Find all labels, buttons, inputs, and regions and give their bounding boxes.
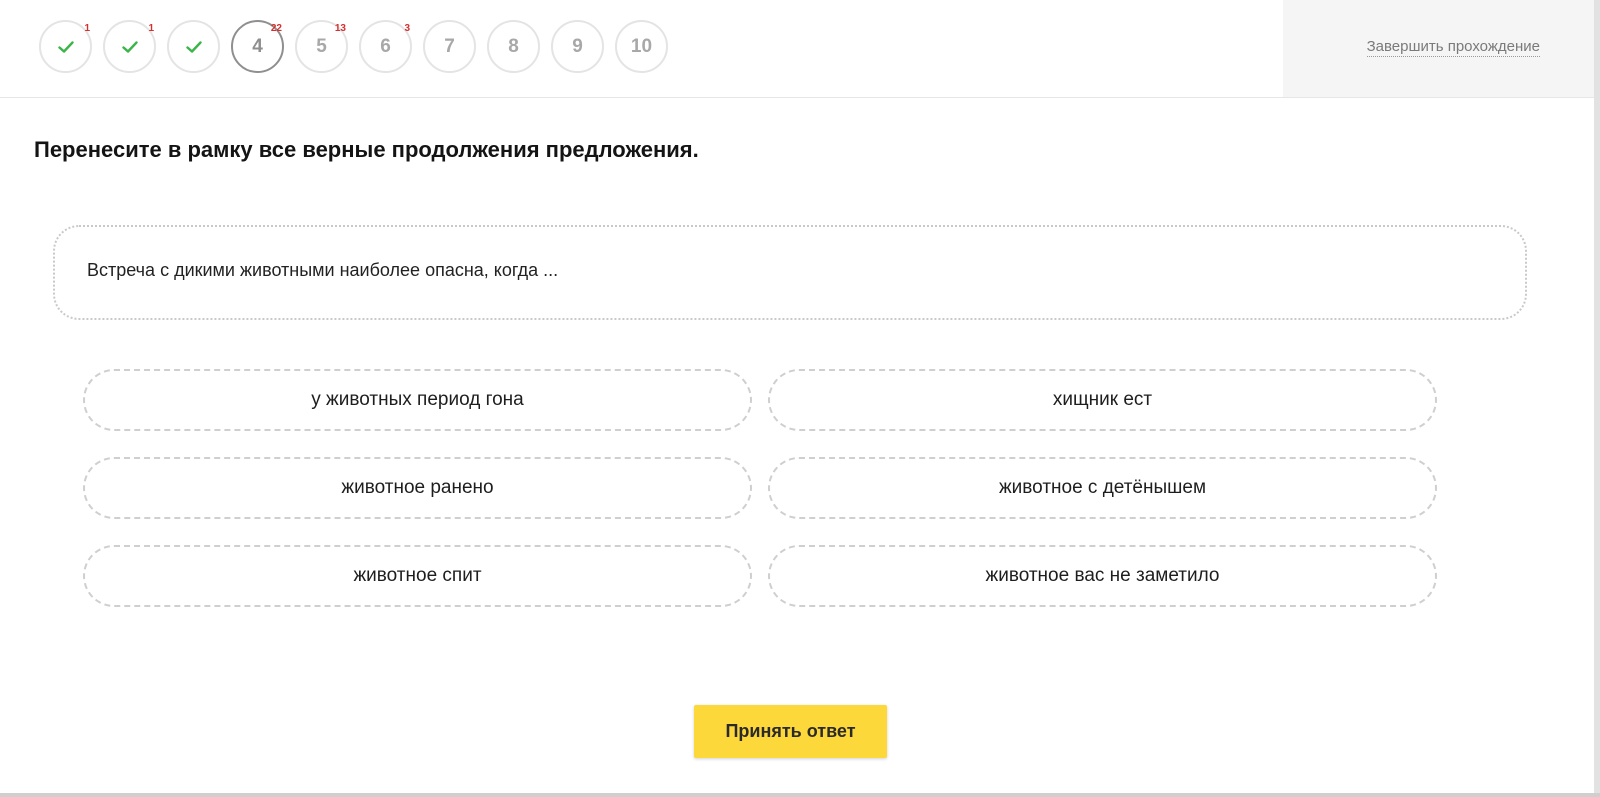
step-badge: 3 bbox=[404, 23, 410, 34]
answer-options: у животных период гона хищник ест животн… bbox=[83, 369, 1437, 607]
step-number: 4 bbox=[252, 35, 263, 57]
check-icon bbox=[57, 40, 74, 53]
check-icon bbox=[185, 40, 202, 53]
step-number: 8 bbox=[508, 35, 519, 57]
answer-option[interactable]: животное спит bbox=[83, 545, 752, 607]
answer-option[interactable]: животное ранено bbox=[83, 457, 752, 519]
step-5[interactable]: 5 13 bbox=[295, 20, 348, 73]
answer-option[interactable]: у животных период гона bbox=[83, 369, 752, 431]
step-number: 6 bbox=[380, 35, 391, 57]
step-number: 5 bbox=[316, 35, 327, 57]
question-steps: 1 1 4 22 5 13 6 3 7 8 9 10 bbox=[39, 20, 668, 74]
step-6[interactable]: 6 3 bbox=[359, 20, 412, 73]
step-number: 9 bbox=[572, 35, 583, 57]
step-8[interactable]: 8 bbox=[487, 20, 540, 73]
step-4[interactable]: 4 22 bbox=[231, 20, 284, 73]
test-page: 1 1 4 22 5 13 6 3 7 8 9 10 Завершить про… bbox=[0, 0, 1600, 797]
step-3[interactable] bbox=[167, 20, 220, 73]
top-bar: 1 1 4 22 5 13 6 3 7 8 9 10 Завершить про… bbox=[0, 0, 1594, 98]
step-badge: 1 bbox=[84, 23, 90, 34]
step-2[interactable]: 1 bbox=[103, 20, 156, 73]
step-number: 7 bbox=[444, 35, 455, 57]
step-badge: 13 bbox=[334, 23, 346, 34]
sentence-prompt: Встреча с дикими животными наиболее опас… bbox=[87, 260, 559, 280]
answer-drop-zone[interactable]: Встреча с дикими животными наиболее опас… bbox=[53, 225, 1527, 320]
task-title: Перенесите в рамку все верные продолжени… bbox=[34, 137, 699, 162]
step-9[interactable]: 9 bbox=[551, 20, 604, 73]
answer-option[interactable]: животное с детёнышем bbox=[768, 457, 1437, 519]
step-badge: 22 bbox=[270, 23, 282, 34]
page-edge bbox=[0, 793, 1600, 797]
answer-option[interactable]: хищник ест bbox=[768, 369, 1437, 431]
page-edge bbox=[1594, 0, 1600, 797]
answer-option[interactable]: животное вас не заметило bbox=[768, 545, 1437, 607]
check-icon bbox=[121, 40, 138, 53]
step-number: 10 bbox=[630, 35, 653, 57]
step-10[interactable]: 10 bbox=[615, 20, 668, 73]
step-7[interactable]: 7 bbox=[423, 20, 476, 73]
step-badge: 1 bbox=[148, 23, 154, 34]
finish-test-link[interactable]: Завершить прохождение bbox=[1366, 38, 1540, 57]
finish-panel: Завершить прохождение bbox=[1283, 0, 1594, 97]
step-1[interactable]: 1 bbox=[39, 20, 92, 73]
submit-answer-button[interactable]: Принять ответ bbox=[694, 705, 887, 758]
